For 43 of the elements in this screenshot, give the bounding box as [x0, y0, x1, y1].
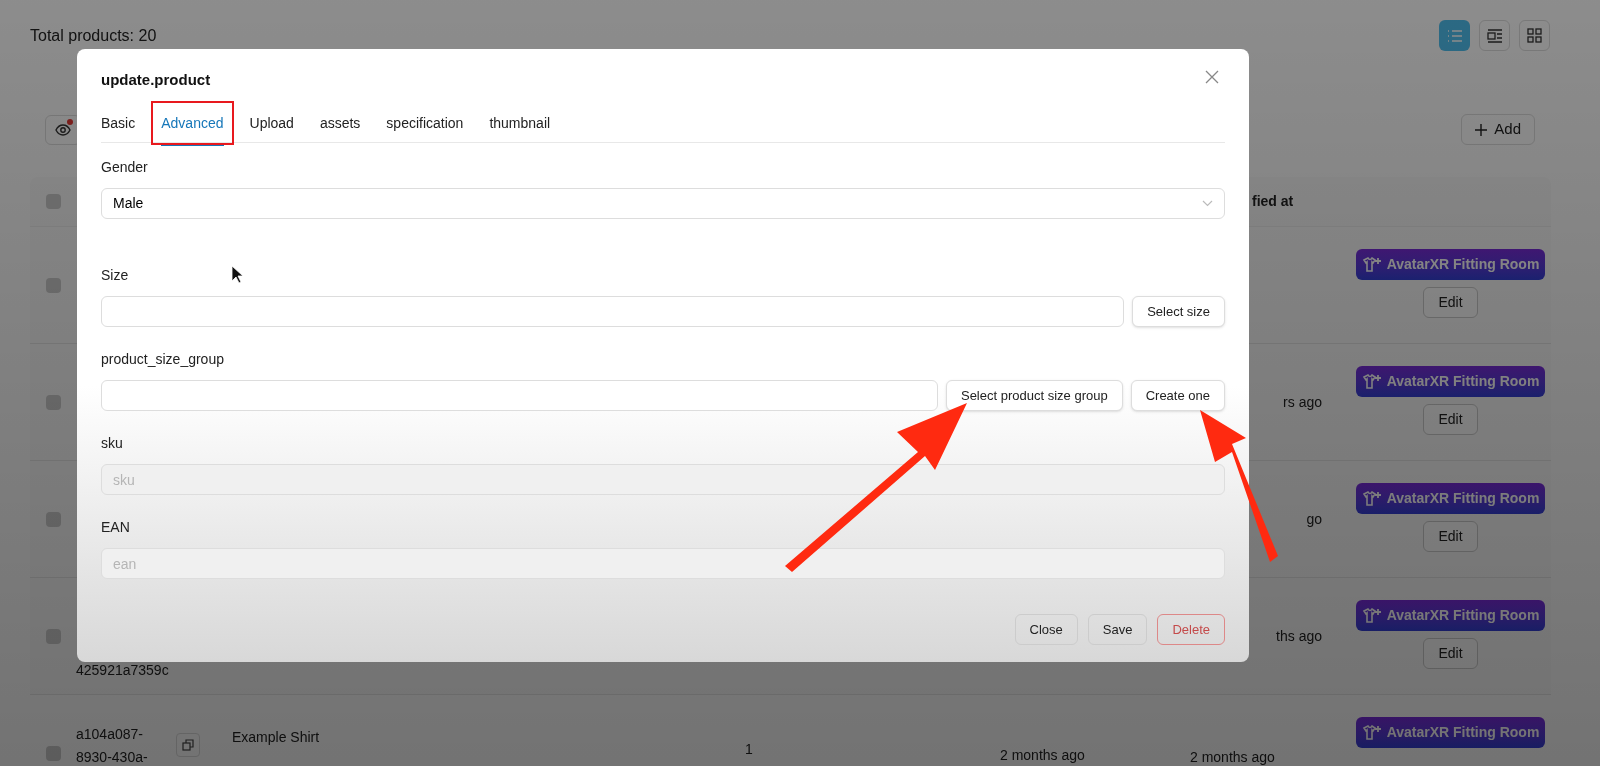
modified-date: rs ago	[1283, 392, 1322, 412]
gender-select[interactable]: Male	[101, 188, 1225, 219]
dialog-button[interactable]: Delete	[1157, 614, 1225, 645]
fitting-room-button[interactable]: AvatarXR Fitting Room	[1355, 249, 1546, 280]
tab[interactable]: Advanced	[153, 102, 232, 143]
modified-date: 2 months ago	[1190, 748, 1275, 766]
field-label: Gender	[101, 158, 148, 177]
created-date: 2 months ago	[1000, 747, 1085, 763]
fitting-room-button[interactable]: AvatarXR Fitting Room	[1355, 366, 1546, 397]
product-id-text: 8930-430a-	[76, 748, 149, 766]
tab[interactable]: assets	[311, 102, 369, 143]
tab[interactable]: Upload	[241, 102, 302, 143]
fitting-room-button[interactable]: AvatarXR Fitting Room	[1355, 600, 1546, 631]
product-id-text: a104a087-	[76, 725, 144, 744]
tab[interactable]: specification	[378, 102, 472, 143]
product-id-text: 425921a7359c	[76, 661, 170, 680]
tab[interactable]: thumbnail	[481, 102, 559, 143]
tab[interactable]: Basic	[93, 102, 144, 143]
product-name: Example Shirt	[232, 729, 320, 745]
edit-button[interactable]: Edit	[1423, 638, 1478, 669]
total-products-count: Total products: 20	[30, 25, 157, 46]
quantity-text: 1	[745, 741, 753, 757]
input-field: ean	[101, 548, 1225, 579]
fitting-room-button[interactable]: AvatarXR Fitting Room	[1355, 717, 1546, 748]
select-button[interactable]: Select size	[1132, 296, 1225, 327]
dialog-title: update.product	[101, 69, 211, 90]
edit-button[interactable]: Edit	[1423, 521, 1478, 552]
field-label: EAN	[101, 518, 130, 537]
select-button[interactable]: Select product size group	[945, 380, 1123, 411]
dialog-button[interactable]: Close	[1014, 614, 1078, 645]
edit-button[interactable]: Edit	[1423, 287, 1478, 318]
select-button[interactable]: Create one	[1130, 380, 1225, 411]
field-label: Size	[101, 266, 129, 285]
input-field: sku	[101, 464, 1225, 495]
field-label: sku	[101, 434, 123, 453]
dialog-button[interactable]: Save	[1087, 614, 1148, 645]
fitting-room-button[interactable]: AvatarXR Fitting Room	[1355, 483, 1546, 514]
column-header: fied at	[1252, 192, 1294, 211]
add-button[interactable]: Add	[1461, 114, 1535, 145]
modified-date: go	[1306, 509, 1322, 529]
modified-date: ths ago	[1276, 626, 1322, 646]
edit-button[interactable]: Edit	[1423, 404, 1478, 435]
field-label: product_size_group	[101, 350, 224, 369]
